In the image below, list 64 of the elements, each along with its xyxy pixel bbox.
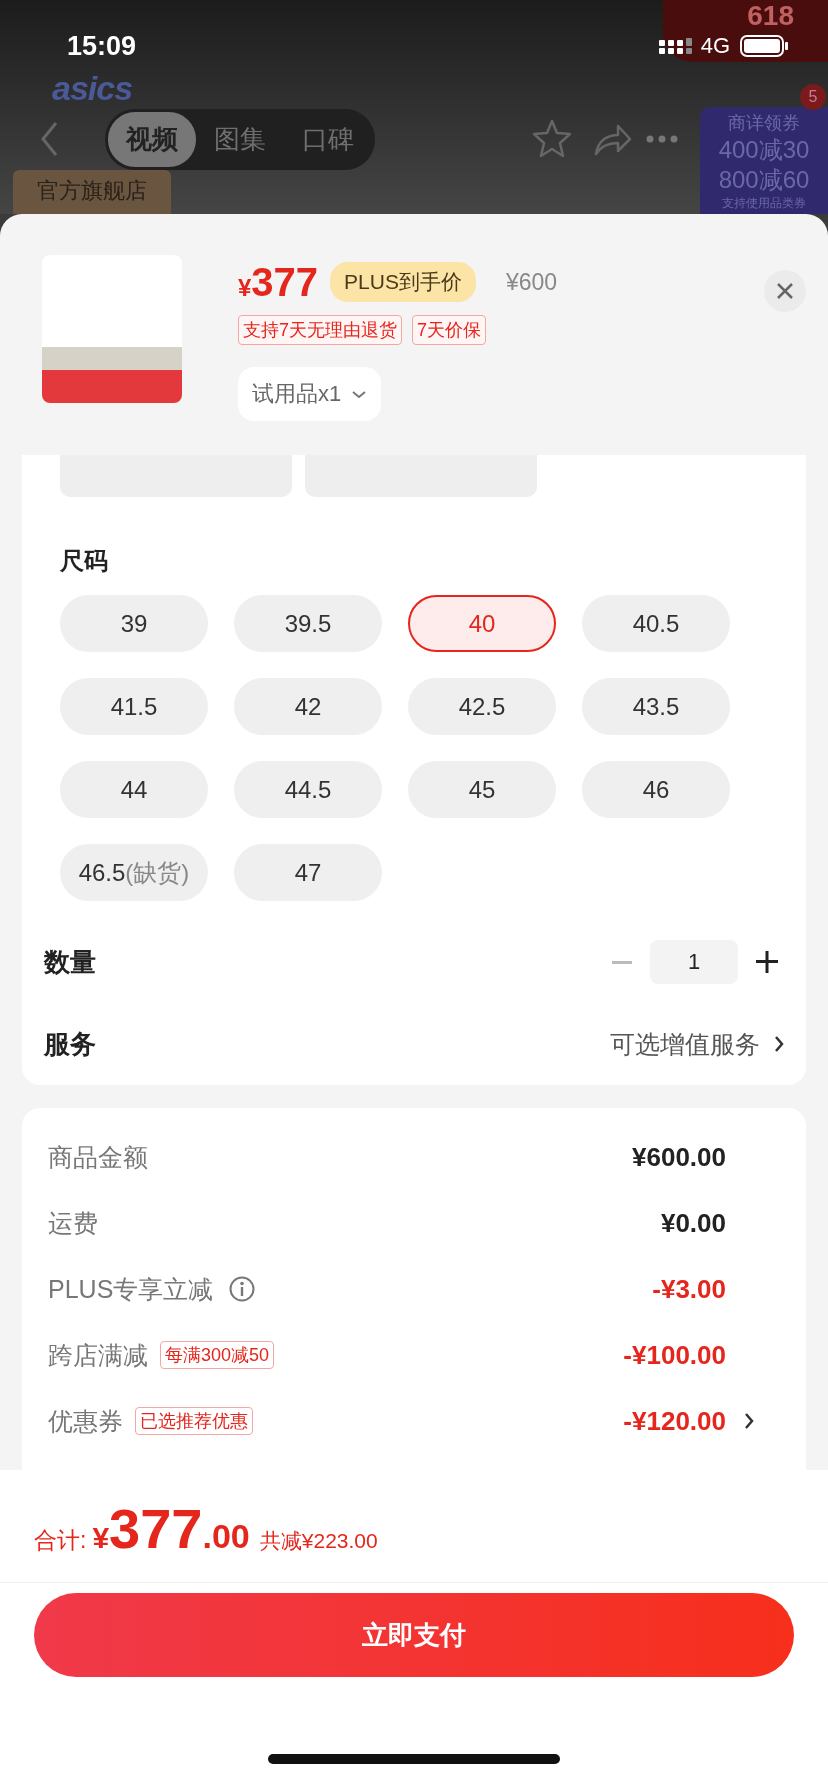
minus-icon bbox=[612, 960, 632, 964]
row-label: 数量 bbox=[44, 945, 97, 979]
summary-label: 跨店满减 bbox=[48, 1339, 148, 1371]
service-selector[interactable]: 可选增值服务 bbox=[610, 1027, 784, 1061]
size-option[interactable]: 44 bbox=[60, 761, 208, 818]
total-amount: ¥377.00 bbox=[91, 1496, 250, 1561]
promo-tag: 已选推荐优惠 bbox=[135, 1407, 253, 1435]
more-icon[interactable] bbox=[646, 135, 678, 143]
promo-tag: 每满300减50 bbox=[160, 1341, 275, 1369]
plus-icon bbox=[756, 951, 778, 973]
total-saving: 共减¥223.00 bbox=[259, 1528, 378, 1554]
star-icon[interactable] bbox=[532, 119, 572, 159]
summary-amount: -¥3.00 bbox=[652, 1273, 726, 1305]
store-badge: 官方旗舰店 bbox=[13, 170, 171, 214]
size-option[interactable]: 40 bbox=[408, 595, 556, 652]
chevron-down-icon bbox=[351, 389, 368, 399]
summary-label: PLUS专享立减 bbox=[48, 1273, 214, 1305]
size-option[interactable]: 42.5 bbox=[408, 678, 556, 735]
tab[interactable]: 视频 bbox=[108, 111, 196, 167]
count-badge: 5 bbox=[800, 84, 826, 110]
summary-amount: -¥100.00 bbox=[623, 1339, 726, 1371]
service-tag: 支持7天无理由退货 bbox=[238, 315, 402, 345]
service-tag: 7天价保 bbox=[412, 315, 487, 345]
chevron-right-icon[interactable] bbox=[744, 1412, 754, 1430]
promo-line: 800减60 bbox=[717, 165, 811, 195]
size-option[interactable]: 46 bbox=[582, 761, 730, 818]
summary-label: 优惠券 bbox=[48, 1405, 123, 1437]
size-option[interactable]: 39 bbox=[60, 595, 208, 652]
variant-selector[interactable]: 试用品x1 bbox=[238, 367, 382, 421]
summary-amount: ¥0.00 bbox=[660, 1207, 726, 1239]
size-option[interactable]: 43.5 bbox=[582, 678, 730, 735]
chevron-right-icon bbox=[774, 1035, 784, 1053]
pay-button[interactable]: 立即支付 bbox=[34, 1593, 794, 1677]
price: ¥377 bbox=[238, 259, 319, 305]
size-option[interactable]: 47 bbox=[234, 844, 382, 901]
close-button[interactable] bbox=[764, 270, 806, 312]
promo-footnote: 支持使用品类券 bbox=[721, 195, 807, 212]
size-option[interactable]: 41.5 bbox=[60, 678, 208, 735]
status-time: 15:09 bbox=[67, 30, 138, 62]
close-icon bbox=[776, 282, 794, 300]
row-label: 服务 bbox=[44, 1027, 97, 1061]
summary-label: 运费 bbox=[48, 1207, 98, 1239]
network-type: 4G bbox=[700, 33, 730, 59]
promo-title: 商详领券 bbox=[727, 112, 801, 135]
size-option[interactable]: 45 bbox=[408, 761, 556, 818]
section-title: 尺码 bbox=[60, 546, 109, 576]
promo-line: 400减30 bbox=[717, 135, 811, 165]
price-label-badge: PLUS到手价 bbox=[330, 262, 476, 302]
back-icon[interactable] bbox=[40, 121, 60, 157]
battery-icon bbox=[740, 35, 788, 57]
signal-icon bbox=[658, 37, 693, 55]
info-icon[interactable] bbox=[229, 1276, 256, 1302]
summary-amount: ¥600.00 bbox=[632, 1141, 726, 1173]
size-option[interactable]: 44.5 bbox=[234, 761, 382, 818]
size-option[interactable]: 42 bbox=[234, 678, 382, 735]
original-price: ¥600 bbox=[505, 268, 558, 296]
summary-amount: -¥120.00 bbox=[623, 1405, 726, 1437]
brand-logo: asics bbox=[52, 70, 133, 106]
size-option[interactable]: 46.5(缺货) bbox=[60, 844, 208, 901]
size-option[interactable]: 40.5 bbox=[582, 595, 730, 652]
quantity-field[interactable]: 1 bbox=[650, 940, 738, 984]
total-label: 合计: bbox=[34, 1526, 87, 1555]
size-option[interactable]: 39.5 bbox=[234, 595, 382, 652]
summary-label: 商品金额 bbox=[48, 1141, 148, 1173]
